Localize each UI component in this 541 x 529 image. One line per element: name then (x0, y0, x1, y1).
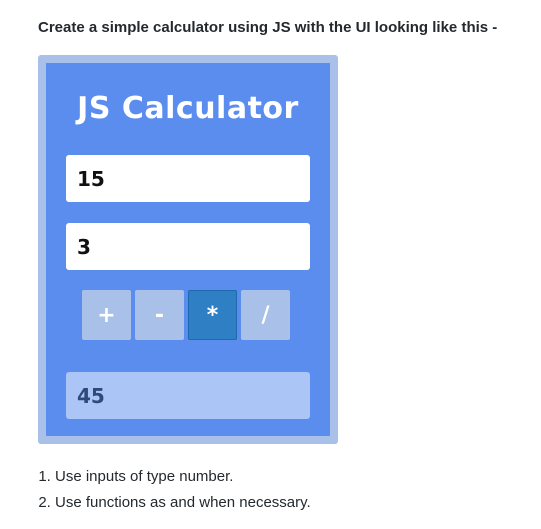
task-prompt: Create a simple calculator using JS with… (38, 19, 498, 36)
second-number-input[interactable] (66, 223, 310, 270)
calculator-panel: JS Calculator + - * / 45 (46, 63, 330, 436)
divide-button[interactable]: / (241, 290, 290, 340)
page: Create a simple calculator using JS with… (0, 0, 541, 529)
multiply-button[interactable]: * (188, 290, 237, 340)
instructions-list: Use inputs of type number. Use functions… (38, 468, 311, 520)
subtract-button[interactable]: - (135, 290, 184, 340)
calculator-frame: JS Calculator + - * / 45 (38, 55, 338, 444)
operator-buttons: + - * / (82, 290, 290, 340)
instruction-item: Use functions as and when necessary. (55, 494, 311, 512)
first-number-input[interactable] (66, 155, 310, 202)
instruction-item: Use inputs of type number. (55, 468, 311, 486)
calculator-title: JS Calculator (77, 91, 299, 126)
add-button[interactable]: + (82, 290, 131, 340)
result-display: 45 (66, 372, 310, 419)
